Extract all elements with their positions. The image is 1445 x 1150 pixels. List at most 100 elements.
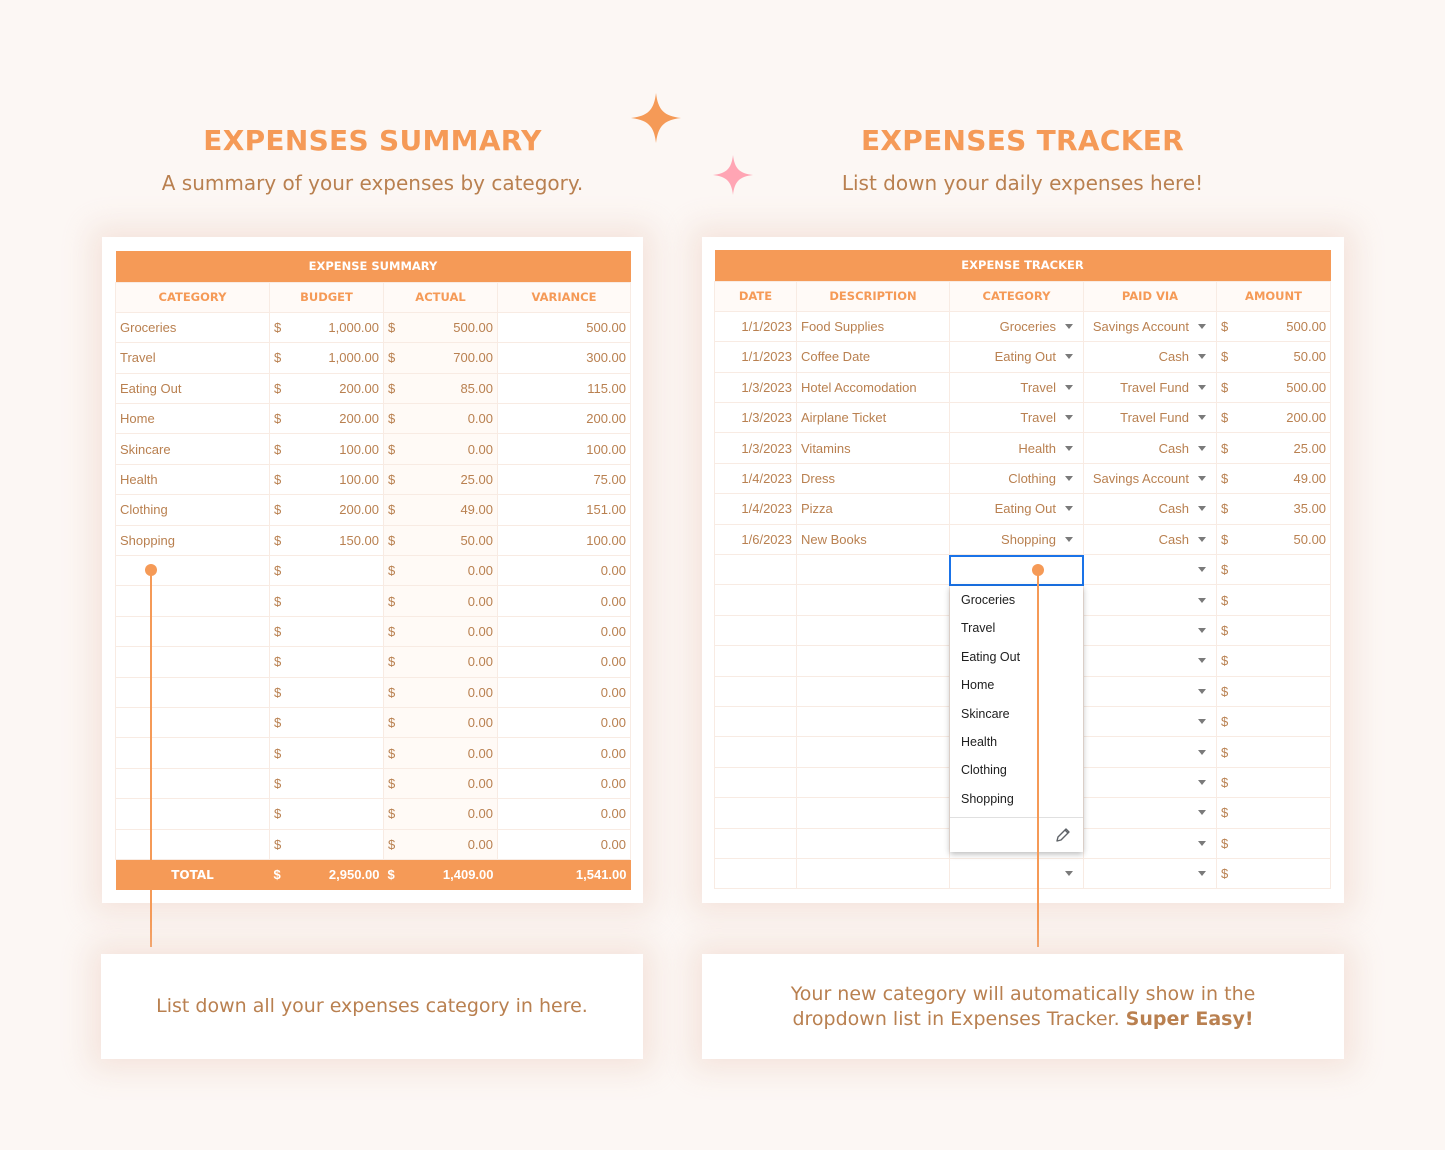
- dropdown-option[interactable]: Shopping: [950, 785, 1083, 813]
- tracker-date-cell[interactable]: 1/4/2023: [714, 462, 797, 495]
- dropdown-option[interactable]: Eating Out: [950, 643, 1083, 671]
- tracker-date-cell[interactable]: [714, 584, 797, 616]
- tracker-description-cell[interactable]: [796, 736, 950, 768]
- tracker-date-cell[interactable]: 1/4/2023: [714, 493, 797, 525]
- tracker-description-cell[interactable]: [796, 705, 950, 738]
- tracker-paid-via-select[interactable]: [1083, 675, 1217, 707]
- summary-budget-cell[interactable]: $100.00: [269, 463, 384, 496]
- summary-category-cell[interactable]: Home: [115, 403, 270, 435]
- dropdown-arrow-icon[interactable]: [1065, 506, 1073, 512]
- dropdown-arrow-icon[interactable]: [1065, 476, 1073, 482]
- tracker-paid-via-select[interactable]: Savings Account: [1083, 310, 1217, 343]
- dropdown-option[interactable]: Home: [950, 671, 1083, 699]
- tracker-paid-via-select[interactable]: Travel Fund: [1083, 402, 1217, 434]
- dropdown-arrow-icon[interactable]: [1198, 840, 1206, 846]
- tracker-description-cell[interactable]: [796, 554, 950, 586]
- summary-category-cell[interactable]: Health: [115, 463, 270, 496]
- tracker-category-select[interactable]: Groceries: [949, 310, 1084, 343]
- dropdown-arrow-icon[interactable]: [1065, 536, 1073, 542]
- tracker-category-select[interactable]: Eating Out: [949, 341, 1084, 373]
- summary-budget-cell[interactable]: $1,000.00: [269, 311, 384, 344]
- tracker-description-cell[interactable]: Pizza: [796, 493, 950, 525]
- tracker-date-cell[interactable]: 1/1/2023: [714, 310, 797, 343]
- tracker-description-cell[interactable]: [796, 584, 950, 616]
- tracker-paid-via-select[interactable]: [1083, 827, 1217, 859]
- summary-budget-cell[interactable]: $200.00: [269, 403, 384, 435]
- summary-category-cell[interactable]: [115, 676, 270, 708]
- summary-budget-cell[interactable]: $100.00: [269, 433, 384, 465]
- tracker-date-cell[interactable]: [714, 645, 797, 677]
- dropdown-arrow-icon[interactable]: [1198, 597, 1206, 603]
- summary-category-cell[interactable]: [115, 798, 270, 830]
- tracker-description-cell[interactable]: Coffee Date: [796, 341, 950, 373]
- dropdown-arrow-icon[interactable]: [1065, 415, 1073, 421]
- tracker-paid-via-select[interactable]: [1083, 554, 1217, 586]
- tracker-paid-via-select[interactable]: Cash: [1083, 341, 1217, 373]
- tracker-paid-via-select[interactable]: [1083, 797, 1217, 829]
- summary-category-cell[interactable]: [115, 737, 270, 769]
- tracker-description-cell[interactable]: Food Supplies: [796, 310, 950, 343]
- tracker-category-select[interactable]: Travel: [949, 371, 1084, 404]
- dropdown-arrow-icon[interactable]: [1198, 779, 1206, 785]
- summary-budget-cell[interactable]: $: [269, 767, 384, 800]
- edit-pencil-icon[interactable]: [1055, 827, 1071, 843]
- tracker-category-select[interactable]: Travel: [949, 402, 1084, 434]
- dropdown-arrow-icon[interactable]: [1198, 567, 1206, 573]
- summary-category-cell[interactable]: Clothing: [115, 494, 270, 526]
- dropdown-arrow-icon[interactable]: [1198, 871, 1206, 877]
- tracker-amount-cell[interactable]: $: [1215, 766, 1332, 799]
- tracker-category-select[interactable]: Clothing: [949, 462, 1084, 495]
- tracker-description-cell[interactable]: Dress: [796, 462, 950, 495]
- dropdown-arrow-icon[interactable]: [1198, 719, 1206, 725]
- tracker-date-cell[interactable]: [714, 797, 797, 829]
- summary-budget-cell[interactable]: $150.00: [269, 524, 384, 557]
- tracker-amount-cell[interactable]: $49.00: [1215, 462, 1332, 495]
- tracker-amount-cell[interactable]: $50.00: [1215, 341, 1332, 373]
- dropdown-arrow-icon[interactable]: [1198, 506, 1206, 512]
- tracker-date-cell[interactable]: [714, 857, 797, 890]
- dropdown-arrow-icon[interactable]: [1065, 384, 1073, 390]
- dropdown-arrow-icon[interactable]: [1198, 445, 1206, 451]
- summary-category-cell[interactable]: [115, 555, 270, 587]
- dropdown-option[interactable]: Clothing: [950, 756, 1083, 784]
- summary-budget-cell[interactable]: $: [269, 646, 384, 678]
- tracker-paid-via-select[interactable]: [1083, 766, 1217, 799]
- tracker-description-cell[interactable]: [796, 766, 950, 799]
- summary-budget-cell[interactable]: $: [269, 555, 384, 587]
- tracker-description-cell[interactable]: [796, 675, 950, 707]
- tracker-date-cell[interactable]: [714, 675, 797, 707]
- tracker-category-select[interactable]: [949, 857, 1084, 890]
- tracker-date-cell[interactable]: 1/3/2023: [714, 432, 797, 464]
- tracker-description-cell[interactable]: Hotel Accomodation: [796, 371, 950, 404]
- dropdown-arrow-icon[interactable]: [1065, 324, 1073, 330]
- tracker-date-cell[interactable]: [714, 827, 797, 859]
- tracker-description-cell[interactable]: [796, 827, 950, 859]
- tracker-amount-cell[interactable]: $: [1215, 797, 1332, 829]
- active-category-cell[interactable]: [949, 555, 1084, 586]
- tracker-description-cell[interactable]: New Books: [796, 523, 950, 556]
- dropdown-arrow-icon[interactable]: [1198, 384, 1206, 390]
- tracker-paid-via-select[interactable]: [1083, 736, 1217, 768]
- tracker-date-cell[interactable]: [714, 736, 797, 768]
- summary-category-cell[interactable]: Travel: [115, 342, 270, 374]
- summary-category-cell[interactable]: [115, 615, 270, 648]
- tracker-date-cell[interactable]: [714, 614, 797, 647]
- tracker-amount-cell[interactable]: $200.00: [1215, 402, 1332, 434]
- tracker-date-cell[interactable]: 1/3/2023: [714, 371, 797, 404]
- tracker-description-cell[interactable]: [796, 797, 950, 829]
- dropdown-option[interactable]: Travel: [950, 614, 1083, 642]
- tracker-paid-via-select[interactable]: Cash: [1083, 493, 1217, 525]
- dropdown-arrow-icon[interactable]: [1065, 354, 1073, 360]
- summary-category-cell[interactable]: [115, 585, 270, 617]
- dropdown-arrow-icon[interactable]: [1198, 354, 1206, 360]
- tracker-description-cell[interactable]: Airplane Ticket: [796, 402, 950, 434]
- tracker-paid-via-select[interactable]: Savings Account: [1083, 462, 1217, 495]
- tracker-date-cell[interactable]: [714, 554, 797, 586]
- tracker-category-select[interactable]: Health: [949, 432, 1084, 464]
- summary-budget-cell[interactable]: $: [269, 798, 384, 830]
- tracker-description-cell[interactable]: Vitamins: [796, 432, 950, 464]
- tracker-paid-via-select[interactable]: Travel Fund: [1083, 371, 1217, 404]
- dropdown-arrow-icon[interactable]: [1198, 415, 1206, 421]
- tracker-date-cell[interactable]: 1/1/2023: [714, 341, 797, 373]
- summary-budget-cell[interactable]: $: [269, 706, 384, 739]
